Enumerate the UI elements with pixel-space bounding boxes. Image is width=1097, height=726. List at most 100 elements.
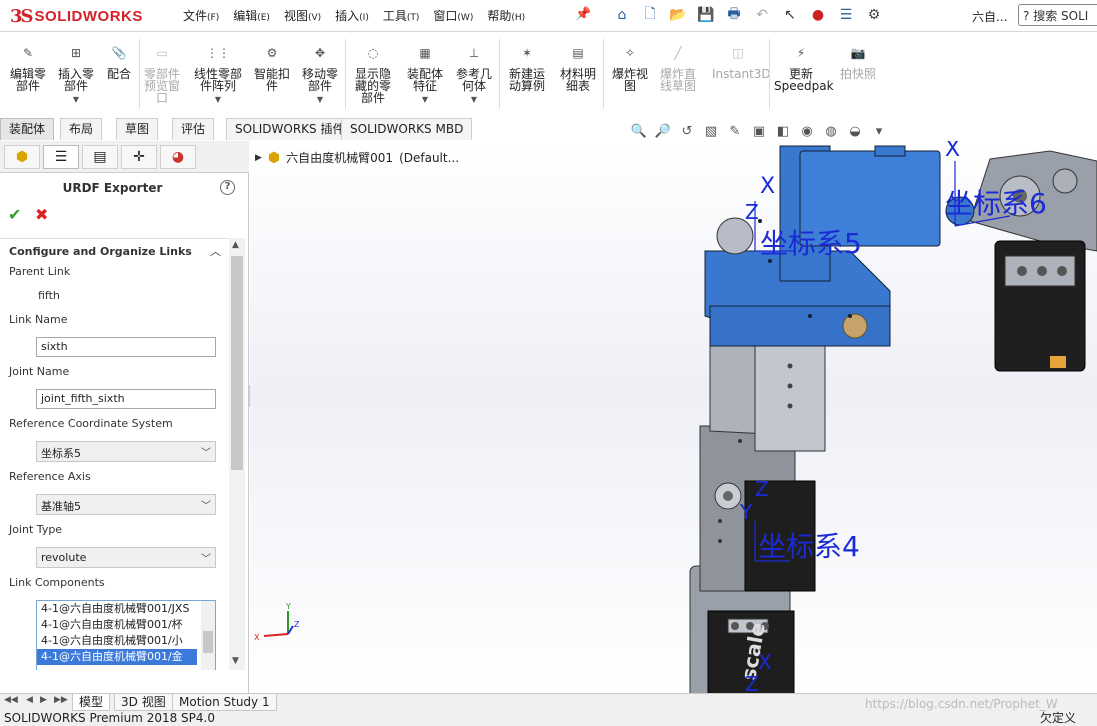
search-input[interactable]: ? 搜索 SOLI	[1018, 4, 1097, 26]
undo-icon[interactable]: ↶	[752, 5, 772, 25]
list-item[interactable]: 4-1@六自由度机械臂001/JXS	[37, 601, 197, 617]
ribbon-tool-4[interactable]: ⋮⋮ 线性零部 件阵列 ▼	[192, 41, 244, 106]
menu-item-6[interactable]: 帮助(H)	[487, 7, 525, 24]
select-cursor-icon[interactable]: ↖	[780, 5, 800, 25]
command-tab-3[interactable]: 评估	[172, 118, 215, 140]
ribbon-tool-10[interactable]: ✶ 新建运 动算例	[506, 41, 548, 92]
bottom-tab-0[interactable]: 模型	[72, 694, 111, 711]
link-components-list[interactable]: 4-1@六自由度机械臂001/JXS 4-1@六自由度机械臂001/杯 4-1@六自…	[36, 600, 216, 670]
list-item[interactable]: 4-1@六自由度机械臂001/杯	[37, 617, 197, 633]
apply-scene-icon[interactable]: ◒	[846, 122, 864, 140]
traffic-light-icon[interactable]: ●	[808, 5, 828, 25]
dropdown-arrow-icon[interactable]: ▼	[56, 94, 96, 106]
display-manager-tab-icon[interactable]: ◕	[160, 145, 196, 169]
ribbon-tool-5[interactable]: ⚙ 智能扣件	[252, 41, 292, 92]
ribbon-tool-label: 细表	[565, 79, 590, 93]
scroll-down-icon[interactable]: ▼	[232, 656, 239, 666]
ribbon-tool-12[interactable]: ✧ 爆炸视图	[610, 41, 650, 92]
view-orientation-icon[interactable]: ▣	[750, 122, 768, 140]
ribbon-tool-13[interactable]: ╱ 爆炸直 线草图	[658, 41, 698, 92]
menu-item-2[interactable]: 视图(V)	[284, 7, 321, 24]
list-item[interactable]: 4-1@六自由度机械臂001/金	[37, 649, 197, 665]
menu-item-0[interactable]: 文件(F)	[183, 7, 219, 24]
ribbon-tool-0[interactable]: ✎ 编辑零 部件	[8, 41, 48, 92]
ribbon-tool-2[interactable]: 📎 配合	[104, 41, 134, 80]
save-icon[interactable]: 💾	[696, 5, 716, 25]
pin-icon[interactable]: 📌	[575, 7, 591, 22]
home-icon[interactable]: ⌂	[612, 5, 632, 25]
list-item[interactable]: 4-1@六自由度机械臂001/小	[37, 633, 197, 649]
ribbon-tool-15[interactable]: ⚡ 更新 Speedpak	[774, 41, 834, 92]
solidworks-logo[interactable]: 3S SOLIDWORKS	[10, 4, 143, 28]
last-tab-icon[interactable]: ▶▶	[54, 695, 68, 705]
list-scrollbar[interactable]	[201, 601, 215, 670]
ribbon-tool-9[interactable]: ⊥ 参考几 何体 ▼	[454, 41, 494, 106]
menu-item-3[interactable]: 插入(I)	[335, 7, 369, 24]
scroll-up-icon[interactable]: ▲	[232, 240, 239, 250]
display-style-icon[interactable]: ◧	[774, 122, 792, 140]
command-tab-2[interactable]: 草图	[116, 118, 159, 140]
link-components-label: Link Components	[9, 576, 105, 589]
collapse-chevron-icon[interactable]: ︿	[210, 243, 221, 259]
ribbon-tool-7[interactable]: ◌ 显示隐 藏的零 部件	[352, 41, 394, 104]
link-name-field[interactable]: sixth	[36, 337, 216, 357]
zoom-to-fit-icon[interactable]: 🔍	[630, 122, 648, 140]
bottom-tab-2[interactable]: Motion Study 1	[172, 694, 277, 711]
reference-axis-select[interactable]: 基准轴5 ﹀	[36, 494, 216, 515]
dropdown-arrow-icon[interactable]: ▼	[192, 94, 244, 106]
joint-type-select[interactable]: revolute ﹀	[36, 547, 216, 568]
ribbon-tool-icon: ⊞	[70, 46, 82, 60]
dropdown-arrow-icon[interactable]: ▼	[404, 94, 446, 106]
graphics-area[interactable]: ▶ ⬢ 六自由度机械臂001 (Default... scale X Z 坐标系…	[250, 141, 1097, 693]
command-tab-0[interactable]: 装配体	[0, 118, 55, 140]
print-icon[interactable]: 🖶	[724, 5, 744, 25]
list-scrollbar-thumb[interactable]	[203, 631, 213, 653]
menu-item-5[interactable]: 窗口(W)	[433, 7, 473, 24]
menu-item-1[interactable]: 编辑(E)	[233, 7, 270, 24]
ribbon-tool-icon: ▦	[419, 46, 431, 60]
panel-scrollbar-thumb[interactable]	[231, 256, 243, 470]
ok-checkmark-icon[interactable]: ✔	[8, 205, 21, 224]
section-view-icon[interactable]: ▧	[702, 122, 720, 140]
ribbon-tool-16[interactable]: 📷 拍快照	[838, 41, 878, 80]
joint-name-field[interactable]: joint_fifth_sixth	[36, 389, 216, 409]
bottom-tab-1[interactable]: 3D 视图	[114, 694, 173, 711]
dynamic-annotation-icon[interactable]: ✎	[726, 122, 744, 140]
command-tab-5[interactable]: SOLIDWORKS MBD	[341, 118, 473, 140]
configuration-manager-tab-icon[interactable]: ▤	[82, 145, 118, 169]
ribbon-tool-14[interactable]: ◫ Instant3D	[712, 41, 771, 80]
view-settings-icon[interactable]: ▾	[870, 122, 888, 140]
reference-axis-label: Reference Axis	[9, 470, 91, 483]
panel-scrollbar[interactable]: ▲ ▼	[229, 238, 245, 670]
next-tab-icon[interactable]: ▶	[40, 695, 47, 705]
dropdown-arrow-icon[interactable]: ▼	[454, 94, 494, 106]
ribbon-tool-1[interactable]: ⊞ 插入零 部件 ▼	[56, 41, 96, 106]
command-tab-1[interactable]: 布局	[60, 118, 103, 140]
ribbon-tool-label: 件阵列	[199, 79, 236, 93]
prev-tab-icon[interactable]: ◀	[26, 695, 33, 705]
ribbon-tool-3[interactable]: ▭ 零部件 预览窗口	[140, 41, 184, 104]
reference-coordinate-select[interactable]: 坐标系5 ﹀	[36, 441, 216, 462]
command-tab-4[interactable]: SOLIDWORKS 插件	[226, 118, 354, 140]
edit-appearance-icon[interactable]: ◍	[822, 122, 840, 140]
zoom-area-icon[interactable]: 🔎	[654, 122, 672, 140]
new-document-icon[interactable]: 🗋	[640, 5, 660, 25]
dropdown-arrow-icon[interactable]: ▼	[300, 94, 340, 106]
first-tab-icon[interactable]: ◀◀	[4, 695, 18, 705]
property-manager-tab-icon[interactable]: ☰	[43, 145, 79, 169]
help-icon[interactable]: ?	[220, 180, 235, 195]
options-gear-icon[interactable]: ⚙	[864, 5, 884, 25]
cancel-x-icon[interactable]: ✖	[35, 205, 48, 224]
feature-manager-tab-icon[interactable]: ⬢	[4, 145, 40, 169]
ribbon-tool-icon: 📷	[850, 46, 866, 60]
ribbon-tool-11[interactable]: ▤ 材料明 细表	[558, 41, 598, 92]
open-folder-icon[interactable]: 📂	[668, 5, 688, 25]
menu-item-4[interactable]: 工具(T)	[383, 7, 420, 24]
dimxpert-manager-tab-icon[interactable]: ✛	[121, 145, 157, 169]
hide-show-items-icon[interactable]: ◉	[798, 122, 816, 140]
ribbon-tool-8[interactable]: ▦ 装配体 特征 ▼	[404, 41, 446, 106]
previous-view-icon[interactable]: ↺	[678, 122, 696, 140]
ribbon-tool-6[interactable]: ✥ 移动零 部件 ▼	[300, 41, 340, 106]
ribbon-tool-icon: ╱	[674, 46, 682, 60]
file-properties-icon[interactable]: ☰	[836, 5, 856, 25]
